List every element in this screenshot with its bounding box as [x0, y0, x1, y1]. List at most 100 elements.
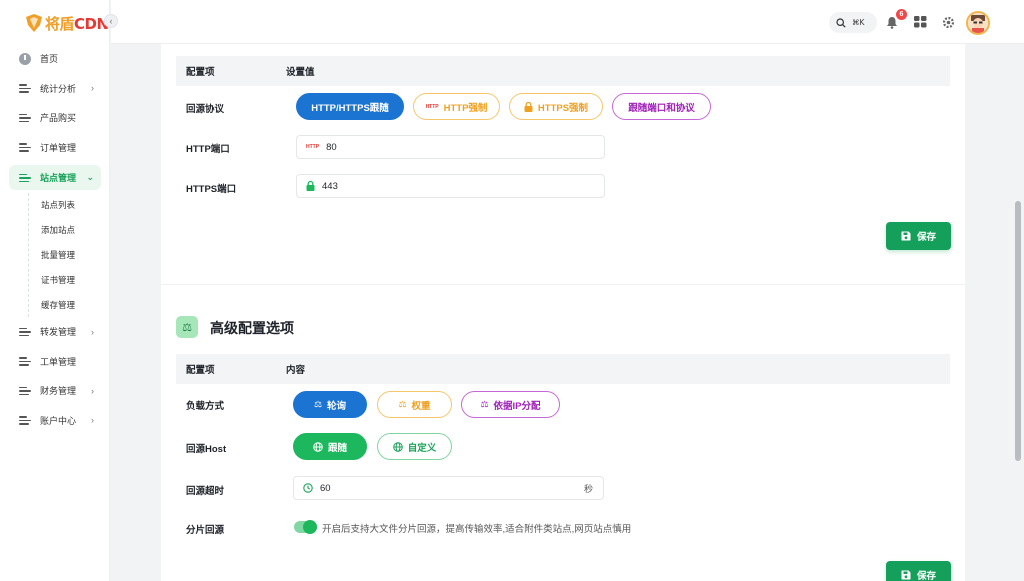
- main-card: 配置项 设置值 回源协议 HTTP/HTTPS跟随 HTTP HTTP强制 HT…: [161, 44, 965, 581]
- option-label: 依据IP分配: [493, 400, 541, 412]
- apps-button[interactable]: [912, 14, 928, 30]
- sidebar-item-label: 站点管理: [40, 173, 77, 183]
- section-divider: [161, 284, 965, 285]
- menu-lines-icon: [19, 173, 31, 183]
- logo-shield-icon: [26, 14, 42, 32]
- avatar-image: [968, 13, 988, 33]
- origin-host-label: 回源Host: [186, 444, 227, 455]
- sidebar-item-finance[interactable]: 财务管理 ›: [0, 376, 110, 406]
- save-button-origin[interactable]: 保存: [886, 222, 951, 250]
- origin-host-option-custom[interactable]: 自定义: [377, 433, 452, 460]
- load-balance-option-ip[interactable]: ⚖ 依据IP分配: [461, 391, 560, 418]
- clock-icon: [303, 483, 313, 493]
- header-config-item: 配置项: [186, 67, 215, 78]
- menu-lines-icon: [19, 327, 31, 337]
- sidebar-item-forwarding[interactable]: 转发管理 ›: [0, 317, 110, 347]
- sidebar-item-purchase[interactable]: 产品购买: [0, 103, 110, 133]
- advanced-section-title: 高级配置选项: [210, 320, 294, 336]
- protocol-label: 回源协议: [186, 104, 225, 115]
- chevron-right-icon: ›: [91, 385, 94, 396]
- protocol-option-follow-port[interactable]: 跟随端口和协议: [612, 93, 711, 120]
- origin-table-header: 配置项 设置值: [176, 56, 950, 86]
- menu-lines-icon: [19, 415, 31, 425]
- load-balance-option-weight[interactable]: ⚖ 权重: [377, 391, 452, 418]
- option-label: HTTP强制: [443, 102, 488, 114]
- sidebar-subitem-certs[interactable]: 证书管理: [29, 267, 110, 292]
- sidebar-subitem-batch[interactable]: 批量管理: [29, 243, 110, 268]
- logo-text: 将盾CDN: [45, 14, 109, 33]
- sidebar-item-orders[interactable]: 订单管理: [0, 133, 110, 163]
- protocol-option-http-force[interactable]: HTTP HTTP强制: [413, 93, 500, 120]
- protocol-option-https-force[interactable]: HTTPS强制: [509, 93, 603, 120]
- sidebar-item-tickets[interactable]: 工单管理: [0, 346, 110, 376]
- range-origin-toggle[interactable]: [294, 520, 317, 534]
- logo[interactable]: 将盾CDN: [24, 12, 109, 34]
- chevron-down-icon: ⌄: [86, 172, 94, 182]
- user-avatar[interactable]: [966, 11, 990, 35]
- menu-lines-icon: [19, 113, 31, 123]
- lock-icon: [306, 181, 315, 191]
- http-port-label: HTTP端口: [186, 144, 230, 155]
- sidebar-item-account[interactable]: 账户中心 ›: [0, 405, 110, 435]
- sidebar-collapse-button[interactable]: ‹: [104, 14, 118, 28]
- scale-icon: ⚖: [313, 399, 323, 409]
- sidebar-submenu: 站点列表 添加站点 批量管理 证书管理 缓存管理: [28, 193, 110, 317]
- option-label: 自定义: [407, 442, 437, 454]
- settings-button[interactable]: [940, 14, 956, 30]
- save-label: 保存: [916, 232, 936, 243]
- load-balance-label: 负载方式: [186, 401, 225, 412]
- protocol-option-follow[interactable]: HTTP/HTTPS跟随: [296, 93, 404, 120]
- http-icon: HTTP: [425, 103, 439, 110]
- timeout-input[interactable]: 60 秒: [293, 476, 604, 500]
- option-label: 轮询: [327, 400, 347, 412]
- option-label: 跟随: [327, 442, 347, 454]
- apps-icon: [913, 16, 926, 28]
- origin-host-option-follow[interactable]: 跟随: [293, 433, 367, 460]
- sidebar-item-home[interactable]: 首页: [0, 44, 110, 74]
- scrollbar-thumb[interactable]: [1015, 201, 1021, 461]
- sidebar-item-label: 首页: [40, 54, 59, 65]
- sidebar-nav: 首页 统计分析 › 产品购买 订单管理 站点管理 ⌄ 站点列表 添加站点 批量管…: [0, 44, 110, 435]
- chevron-right-icon: ›: [91, 326, 94, 337]
- http-icon: HTTP: [306, 144, 320, 150]
- sidebar-item-label: 工单管理: [40, 356, 77, 367]
- range-origin-description: 开启后支持大文件分片回源，提高传输效率,适合附件类站点,网页站点慎用: [322, 524, 632, 535]
- menu-lines-icon: [19, 83, 31, 93]
- sidebar-subitem-cache[interactable]: 缓存管理: [29, 292, 110, 317]
- http-port-input[interactable]: HTTP 80: [296, 135, 605, 159]
- sidebar-subitem-add-site[interactable]: 添加站点: [29, 218, 110, 243]
- save-label: 保存: [916, 571, 936, 581]
- https-port-input[interactable]: 443: [296, 174, 605, 198]
- timeout-unit: 秒: [583, 483, 593, 494]
- sidebar-item-label: 订单管理: [40, 142, 77, 153]
- advanced-table-header: 配置项 内容: [176, 354, 950, 384]
- scale-icon: ⚖: [480, 399, 489, 409]
- dashboard-icon: [19, 52, 31, 65]
- sidebar: 将盾CDN 首页 统计分析 › 产品购买 订单管理 站点管理 ⌄ 站点列表 添加…: [0, 0, 110, 581]
- header-config-item: 配置项: [186, 365, 215, 376]
- save-icon: [901, 231, 911, 241]
- timeout-value: 60: [320, 482, 331, 494]
- sidebar-item-label: 财务管理: [40, 386, 77, 397]
- page-scrollbar[interactable]: [1012, 44, 1024, 581]
- notification-badge: 6: [896, 9, 907, 20]
- sidebar-item-sites[interactable]: 站点管理 ⌄: [9, 165, 101, 190]
- search-button[interactable]: ⌘K: [829, 12, 877, 33]
- scale-icon: ⚖: [176, 316, 198, 338]
- chevron-right-icon: ›: [91, 415, 94, 426]
- load-balance-option-roundrobin[interactable]: ⚖ 轮询: [293, 391, 367, 418]
- option-label: HTTP/HTTPS跟随: [311, 102, 389, 114]
- option-label: 跟随端口和协议: [628, 102, 695, 114]
- sidebar-item-statistics[interactable]: 统计分析 ›: [0, 74, 110, 104]
- menu-lines-icon: [19, 142, 31, 152]
- https-port-label: HTTPS端口: [186, 184, 237, 195]
- save-button-advanced[interactable]: 保存: [886, 561, 951, 581]
- search-icon: [836, 17, 846, 28]
- search-shortcut: ⌘K: [852, 18, 865, 27]
- scale-icon: ⚖: [398, 399, 407, 409]
- gear-icon: [942, 16, 954, 28]
- header-content: 内容: [286, 365, 306, 376]
- timeout-label: 回源超时: [186, 486, 225, 497]
- sidebar-subitem-site-list[interactable]: 站点列表: [29, 193, 110, 218]
- topbar: ⌘K 6: [111, 0, 1024, 44]
